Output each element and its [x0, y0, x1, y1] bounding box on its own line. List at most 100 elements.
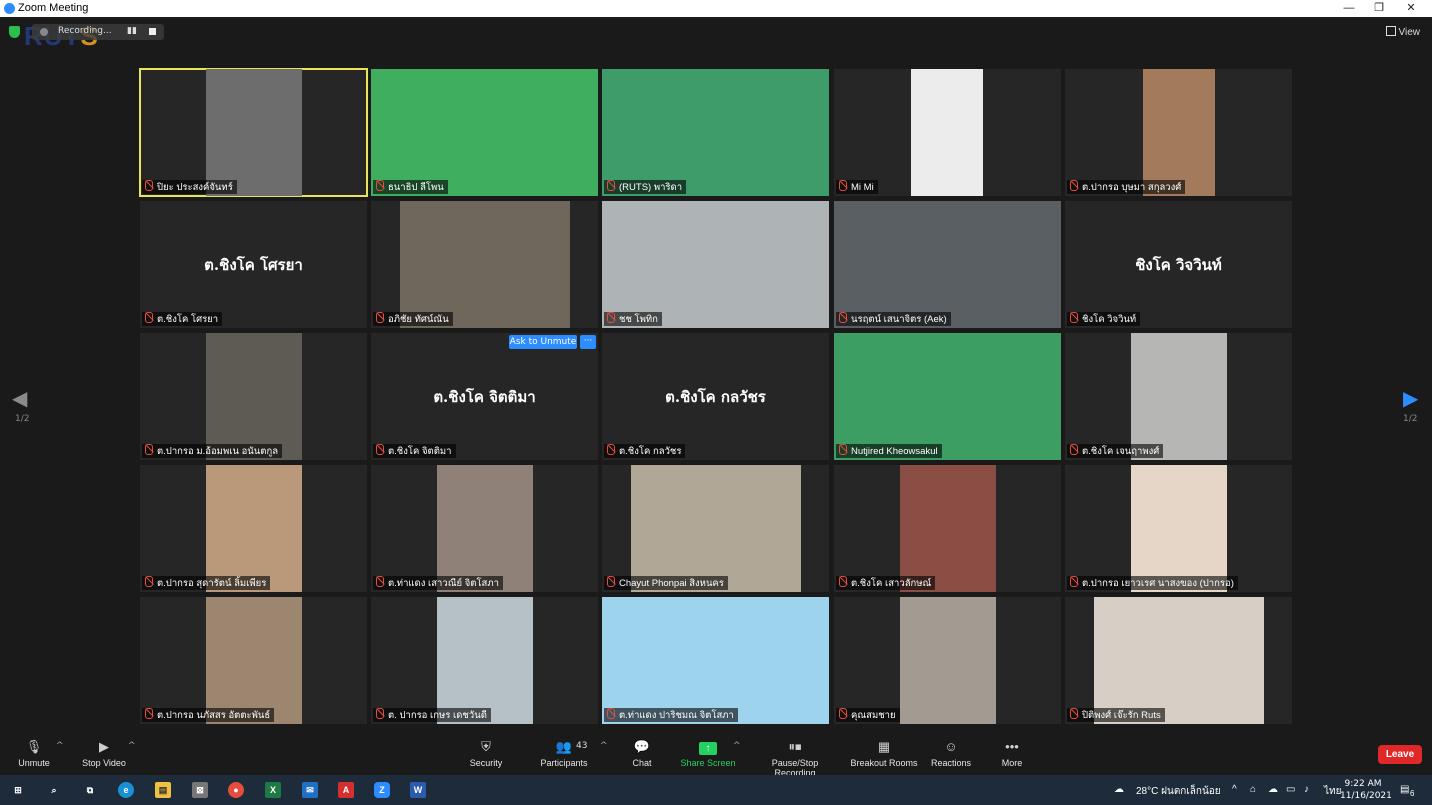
edge-browser-icon[interactable]: e [118, 782, 134, 798]
participant-tile[interactable]: ต. ปากรอ เกษร เดชวันดี [371, 597, 598, 724]
participant-tile[interactable]: ต.ชิงโค กลวัชร ต.ชิงโค กลวัชร [602, 333, 829, 460]
display-icon[interactable]: ▭ [1286, 784, 1295, 795]
participant-tile[interactable]: ต.ปากรอ เยาวเรศ นาสงของ (ปากรอ) [1065, 465, 1292, 592]
chrome-icon[interactable]: ● [228, 782, 244, 798]
participant-tile[interactable]: ชช โพทิก [602, 201, 829, 328]
view-button[interactable]: View [1385, 26, 1420, 38]
stop-video-button[interactable]: ▶ Stop Video [80, 735, 128, 775]
participant-tile[interactable]: ปิติพงศ์ เจ๊ะรัก Ruts [1065, 597, 1292, 724]
mail-icon[interactable]: ✉ [302, 782, 318, 798]
notifications-icon[interactable]: ▤ [1400, 784, 1409, 795]
participant-tile[interactable]: ต.ชิงโค จิตติมา ต.ชิงโค จิตติมา [371, 333, 598, 460]
participant-tile[interactable]: นรฤตน์ เสนาจิตร (Aek) [834, 201, 1061, 328]
windows-taskbar: ⊞ ⌕ ⧉ e ▤ ⊠ ● X ✉ A Z W ☁ 28°C ฝนตกเล็กน… [0, 775, 1432, 805]
chat-button[interactable]: 💬 Chat [625, 735, 659, 775]
participant-tile[interactable]: ธนาธิป ลีโพน [371, 69, 598, 196]
minimize-button[interactable]: — [1334, 0, 1364, 17]
participant-tile[interactable]: คุณสมชาย [834, 597, 1061, 724]
leave-button[interactable]: Leave [1378, 745, 1422, 764]
input-language[interactable]: ไทย [1324, 784, 1341, 799]
participant-tile[interactable]: ต.ท่าแดง ปาริชมณ จิตโสภา [602, 597, 829, 724]
participant-tile[interactable]: อภิชัย ทัศน์ณัน [371, 201, 598, 328]
breakout-rooms-button[interactable]: ▦ Breakout Rooms [850, 735, 918, 775]
participant-video [371, 69, 598, 196]
participant-tile[interactable]: ต.ปากรอ สุดารัตน์ ลิ้มเพียร [140, 465, 367, 592]
participant-tile[interactable]: ต.ปากรอ นภัสสร อัตตะพันธ์ [140, 597, 367, 724]
weather-cloud-icon[interactable]: ☁ [1114, 784, 1124, 795]
participant-tile[interactable]: (RUTS) พาริดา [602, 69, 829, 196]
task-view-icon[interactable]: ⧉ [82, 782, 98, 798]
participant-display-name: ชิงโค วิจวินท์ [1135, 256, 1222, 274]
system-clock[interactable]: 9:22 AM 11/16/2021 [1340, 778, 1392, 802]
participant-video [1131, 465, 1227, 592]
more-button[interactable]: ••• More [995, 735, 1029, 775]
next-page-arrow-icon[interactable]: ▶ [1403, 386, 1418, 410]
participant-display-name: ต.ชิงโค โศรยา [204, 256, 303, 274]
participant-tile[interactable]: Nutjired Kheowsakul [834, 333, 1061, 460]
participants-options-caret-icon[interactable]: ^ [600, 741, 608, 751]
video-options-caret-icon[interactable]: ^ [128, 741, 136, 751]
restore-button[interactable]: ❐ [1364, 0, 1394, 17]
reactions-button[interactable]: ☺ Reactions [930, 735, 972, 775]
participant-tile[interactable]: ต.ปากรอ ม.อ้อมพเน อนันตกูล [140, 333, 367, 460]
previous-page-arrow-icon[interactable]: ◀ [12, 386, 27, 410]
participant-name-label: ต.ปากรอ นภัสสร อัตตะพันธ์ [142, 708, 275, 722]
participant-name-label: ธนาธิป ลีโพน [373, 180, 448, 194]
notifications-count: 6 [1410, 789, 1415, 798]
participant-tile[interactable]: ต.ชิงโค เจนฤาพงศ์ [1065, 333, 1292, 460]
close-button[interactable]: ✕ [1396, 0, 1426, 17]
onedrive-icon[interactable]: ☁ [1268, 784, 1278, 795]
participant-tile[interactable]: ต.ปากรอ บุษมา สกุลวงศ์ [1065, 69, 1292, 196]
participant-tile[interactable]: ต.ท่าแดง เสาวณีย์ จิตโสภา [371, 465, 598, 592]
participant-name: ต.ปากรอ นภัสสร อัตตะพันธ์ [157, 710, 271, 721]
participant-name-label: ต.ชิงโค เจนฤาพงศ์ [1067, 444, 1164, 458]
participant-video [631, 465, 801, 592]
search-icon[interactable]: ⌕ [46, 782, 62, 798]
pin-icon [145, 180, 153, 191]
zoom-taskbar-icon[interactable]: Z [374, 782, 390, 798]
muted-microphone-icon [839, 180, 847, 191]
participant-name-label: ปิยะ ประสงค์จันทร์ [142, 180, 237, 194]
participants-count: 43 [576, 741, 588, 751]
muted-microphone-icon [839, 576, 847, 587]
security-button[interactable]: ⛨ Security [465, 735, 507, 775]
stop-recording-icon[interactable] [149, 28, 156, 35]
volume-icon[interactable]: ♪ [1304, 784, 1309, 795]
participant-name-label: ต.ชิงโค กลวัชร [604, 444, 686, 458]
file-explorer-icon[interactable]: ▤ [155, 782, 171, 798]
pause-stop-recording-button[interactable]: ⏸⏹ Pause/Stop Recording [750, 735, 840, 779]
participant-tile[interactable]: Chayut Phonpai สิงหนคร [602, 465, 829, 592]
muted-microphone-icon [607, 180, 615, 191]
tile-more-options-button[interactable]: ··· [580, 335, 596, 349]
excel-icon[interactable]: X [265, 782, 281, 798]
weather-text[interactable]: 28°C ฝนตกเล็กน้อย [1136, 784, 1221, 799]
participant-video [206, 333, 302, 460]
pause-recording-icon[interactable]: ▮▮ [127, 26, 137, 36]
participant-name-label: ต.ท่าแดง เสาวณีย์ จิตโสภา [373, 576, 503, 590]
ask-to-unmute-button[interactable]: Ask to Unmute [509, 335, 577, 349]
word-icon[interactable]: W [410, 782, 426, 798]
participant-display-name: ต.ชิงโค กลวัชร [665, 388, 766, 406]
participant-tile[interactable]: ปิยะ ประสงค์จันทร์ [139, 68, 368, 197]
share-screen-button[interactable]: ↑ Share Screen [680, 735, 736, 775]
participant-tile[interactable]: ต.ชิงโค เสาวลักษณ์ [834, 465, 1061, 592]
participant-video [900, 465, 996, 592]
participant-tile[interactable]: ชิงโค วิจวินท์ ชิงโค วิจวินท์ [1065, 201, 1292, 328]
acrobat-icon[interactable]: A [338, 782, 354, 798]
reaction-smiley-icon: ☺ [944, 739, 958, 754]
participant-name: ปิยะ ประสงค์จันทร์ [157, 182, 233, 193]
audio-options-caret-icon[interactable]: ^ [56, 741, 64, 751]
tray-overflow-icon[interactable]: ^ [1232, 784, 1237, 795]
muted-microphone-icon [839, 708, 847, 719]
share-options-caret-icon[interactable]: ^ [733, 741, 741, 751]
participant-tile[interactable]: ต.ชิงโค โศรยา ต.ชิงโค โศรยา [140, 201, 367, 328]
unmute-button[interactable]: 🎙 Unmute [14, 735, 54, 775]
network-icon[interactable]: ⌂ [1250, 784, 1256, 795]
participant-tile[interactable]: Mi Mi [834, 69, 1061, 196]
muted-microphone-icon [376, 444, 384, 455]
start-windows-icon[interactable]: ⊞ [10, 782, 26, 798]
encryption-shield-icon[interactable] [9, 26, 20, 38]
store-icon[interactable]: ⊠ [192, 782, 208, 798]
participant-video [911, 69, 983, 196]
microphone-muted-icon: 🎙 [25, 739, 43, 754]
